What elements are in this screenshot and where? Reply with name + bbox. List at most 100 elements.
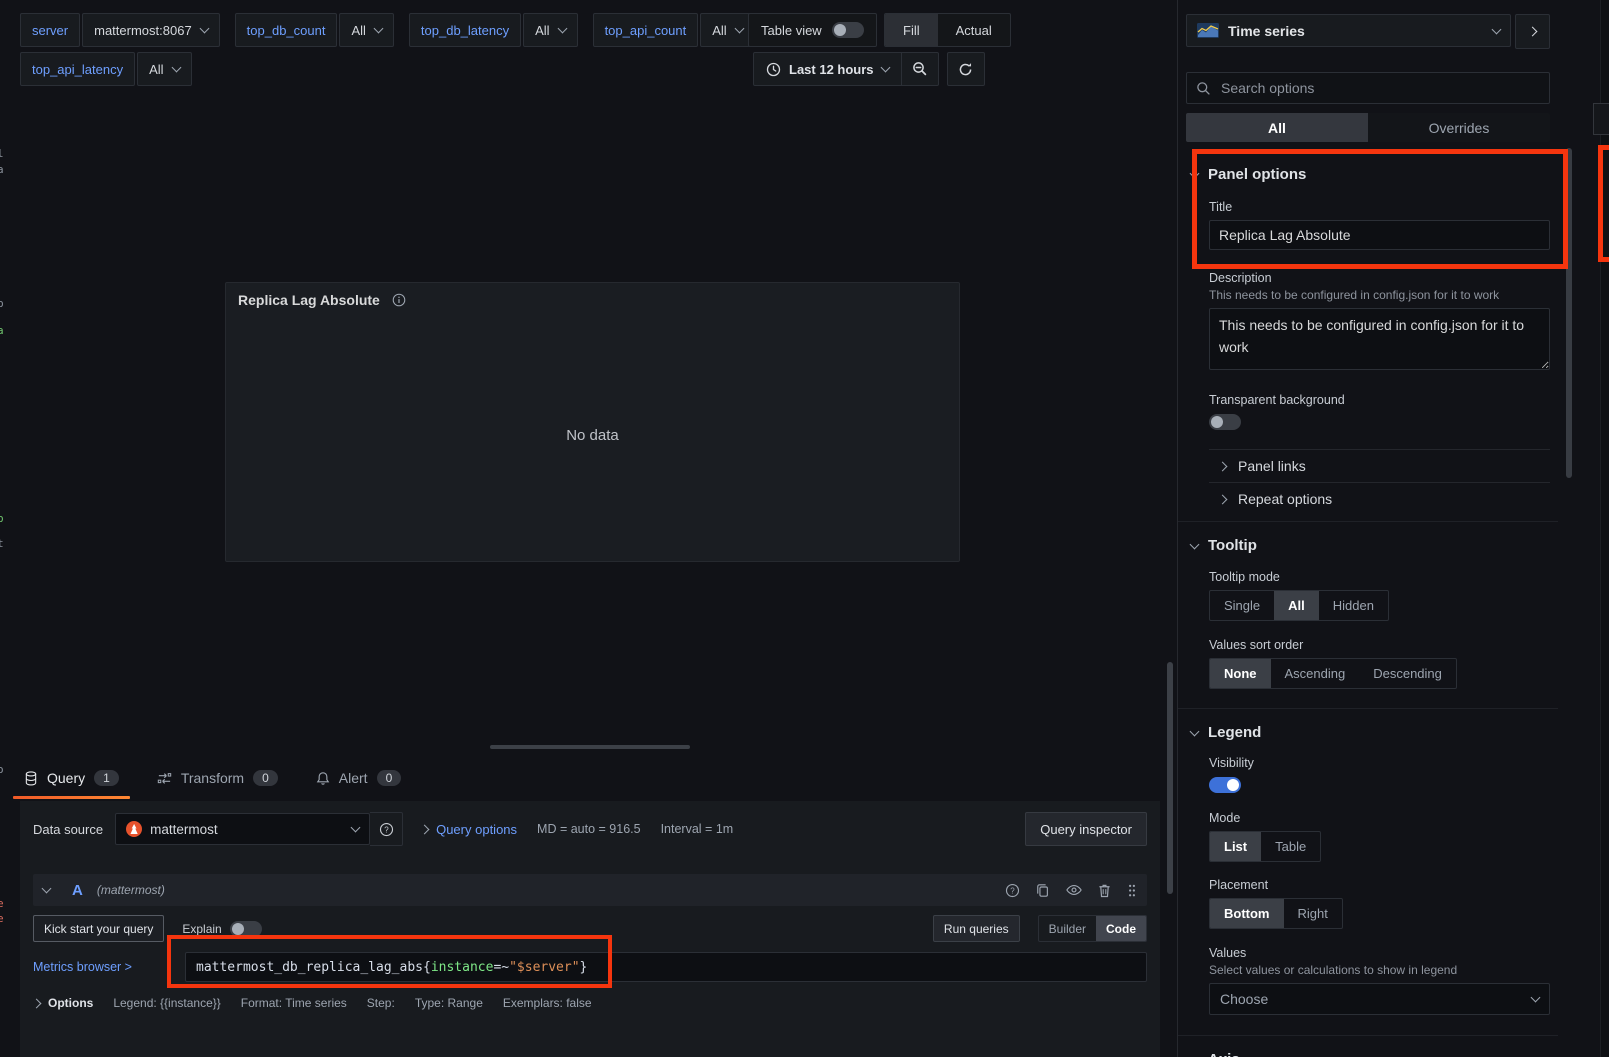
visualization-picker-row: Time series	[1186, 14, 1550, 49]
panel-title-input[interactable]	[1209, 220, 1550, 250]
section-title: Tooltip	[1208, 537, 1257, 554]
variable-value-top-db-count[interactable]: All	[339, 13, 393, 47]
tab-query-label: Query	[47, 770, 85, 786]
code-option[interactable]: Code	[1096, 916, 1146, 941]
variable-label-server[interactable]: server	[20, 13, 80, 47]
datasource-label: Data source	[33, 822, 103, 837]
actual-button[interactable]: Actual	[938, 14, 1010, 46]
tab-transform[interactable]: Transform 0	[153, 764, 282, 799]
query-options-toggle[interactable]: Query options MD = auto = 916.5 Interval…	[421, 822, 733, 837]
time-range-picker[interactable]: Last 12 hours	[753, 52, 902, 86]
tab-query[interactable]: Query 1	[20, 764, 123, 799]
legend-mode-table[interactable]: Table	[1261, 832, 1320, 861]
tab-all[interactable]: All	[1186, 113, 1368, 142]
duplicate-icon[interactable]	[1036, 883, 1050, 898]
chevron-down-icon	[373, 24, 383, 34]
drag-handle-icon[interactable]	[1127, 883, 1137, 898]
promql-metric: mattermost_db_replica_lag_abs{	[196, 960, 431, 975]
search-input[interactable]	[1219, 79, 1540, 97]
run-queries-button[interactable]: Run queries	[933, 915, 1020, 942]
legend-values-select[interactable]: Choose	[1209, 983, 1550, 1015]
chevron-down-icon	[1190, 1053, 1200, 1057]
legend-section: Visibility Mode List Table Placement Bot…	[1186, 756, 1550, 1015]
query-inspector-button[interactable]: Query inspector	[1025, 812, 1147, 846]
zoom-out-icon	[912, 61, 928, 77]
metrics-browser-link[interactable]: Metrics browser >	[33, 960, 185, 974]
sort-descending[interactable]: Descending	[1359, 659, 1456, 688]
main-scrollbar-thumb[interactable]	[1167, 662, 1173, 894]
variable-label-top-api-latency[interactable]: top_api_latency	[20, 52, 135, 86]
kick-start-query-button[interactable]: Kick start your query	[33, 915, 164, 942]
variable-value-text: All	[712, 23, 726, 38]
table-view-switch[interactable]	[832, 22, 864, 38]
promql-query-input[interactable]: mattermost_db_replica_lag_abs{instance=~…	[185, 952, 1147, 982]
sort-ascending[interactable]: Ascending	[1271, 659, 1360, 688]
panel-options-sidebar: Time series All Overrides Panel options …	[1177, 0, 1600, 1057]
visualization-picker[interactable]: Time series	[1186, 14, 1511, 47]
chevron-down-icon[interactable]	[42, 884, 52, 894]
values-sort-order-label: Values sort order	[1209, 638, 1550, 652]
legend-visibility-switch[interactable]	[1209, 777, 1241, 793]
tooltip-mode-all[interactable]: All	[1274, 591, 1319, 620]
options-toggle[interactable]: Options	[33, 996, 93, 1010]
sidebar-scrollbar-thumb[interactable]	[1566, 148, 1572, 478]
variable-label-top-db-count[interactable]: top_db_count	[235, 13, 338, 47]
variable-value-server[interactable]: mattermost:8067	[82, 13, 220, 47]
prometheus-icon	[126, 821, 142, 837]
legend-values-help: Select values or calculations to show in…	[1209, 963, 1550, 977]
tooltip-mode-single[interactable]: Single	[1210, 591, 1274, 620]
panel-description-textarea[interactable]: This needs to be configured in config.js…	[1209, 308, 1550, 370]
placement-bottom[interactable]: Bottom	[1210, 899, 1284, 928]
section-title: Axis	[1208, 1051, 1240, 1057]
table-view-toggle[interactable]: Table view	[748, 13, 877, 47]
zoom-out-button[interactable]	[902, 52, 939, 86]
info-icon[interactable]	[392, 293, 406, 307]
axis-section-header[interactable]: Axis	[1186, 1051, 1550, 1057]
variable-value-top-api-latency[interactable]: All	[137, 52, 191, 86]
max-data-points-summary: MD = auto = 916.5	[537, 822, 641, 836]
chevron-down-icon	[199, 24, 209, 34]
pane-resize-handle[interactable]	[490, 745, 690, 749]
query-row-header[interactable]: A (mattermost) ?	[33, 874, 1147, 906]
panel-options-section-header[interactable]: Panel options	[1186, 166, 1550, 183]
eye-icon[interactable]	[1066, 884, 1082, 896]
variable-value-top-db-latency[interactable]: All	[523, 13, 577, 47]
datasource-help-button[interactable]: ?	[370, 812, 403, 846]
builder-option[interactable]: Builder	[1039, 916, 1096, 941]
chevron-down-icon	[1492, 24, 1502, 34]
datasource-picker[interactable]: mattermost	[115, 813, 370, 845]
tooltip-section-header[interactable]: Tooltip	[1186, 537, 1550, 554]
explain-switch[interactable]	[230, 921, 262, 937]
panel-links-toggle[interactable]: Panel links	[1209, 450, 1550, 482]
variable-value-text: mattermost:8067	[94, 23, 192, 38]
chevron-down-icon	[1190, 726, 1200, 736]
variable-value-top-api-count[interactable]: All	[700, 13, 754, 47]
transparent-background-switch[interactable]	[1209, 414, 1241, 430]
template-variables-row-1: server mattermost:8067 top_db_count All …	[20, 13, 755, 47]
help-icon[interactable]: ?	[1005, 883, 1020, 898]
format-summary: Format: Time series	[241, 996, 347, 1010]
options-search[interactable]	[1186, 72, 1550, 104]
chevron-down-icon	[1531, 993, 1541, 1003]
fill-button[interactable]: Fill	[885, 14, 938, 46]
variable-value-text: All	[351, 23, 365, 38]
panel-header[interactable]: Replica Lag Absolute	[226, 283, 959, 317]
section-title: Legend	[1208, 724, 1261, 741]
tab-alert[interactable]: Alert 0	[312, 764, 405, 799]
left-edge-fragment: b	[0, 297, 4, 310]
placement-right[interactable]: Right	[1284, 899, 1342, 928]
sort-none[interactable]: None	[1210, 659, 1271, 688]
variable-label-top-api-count[interactable]: top_api_count	[593, 13, 699, 47]
variable-label-top-db-latency[interactable]: top_db_latency	[409, 13, 521, 47]
legend-mode-list[interactable]: List	[1210, 832, 1261, 861]
legend-section-header[interactable]: Legend	[1186, 724, 1550, 741]
refresh-button[interactable]	[947, 52, 985, 86]
transparent-background-label: Transparent background	[1209, 393, 1550, 407]
explain-toggle[interactable]: Explain	[182, 921, 261, 937]
tab-overrides[interactable]: Overrides	[1368, 113, 1550, 142]
collapse-pane-button[interactable]	[1515, 14, 1550, 49]
trash-icon[interactable]	[1098, 883, 1111, 898]
repeat-options-toggle[interactable]: Repeat options	[1209, 483, 1550, 515]
tooltip-mode-hidden[interactable]: Hidden	[1319, 591, 1388, 620]
fill-actual-group: Fill Actual	[884, 13, 1011, 47]
